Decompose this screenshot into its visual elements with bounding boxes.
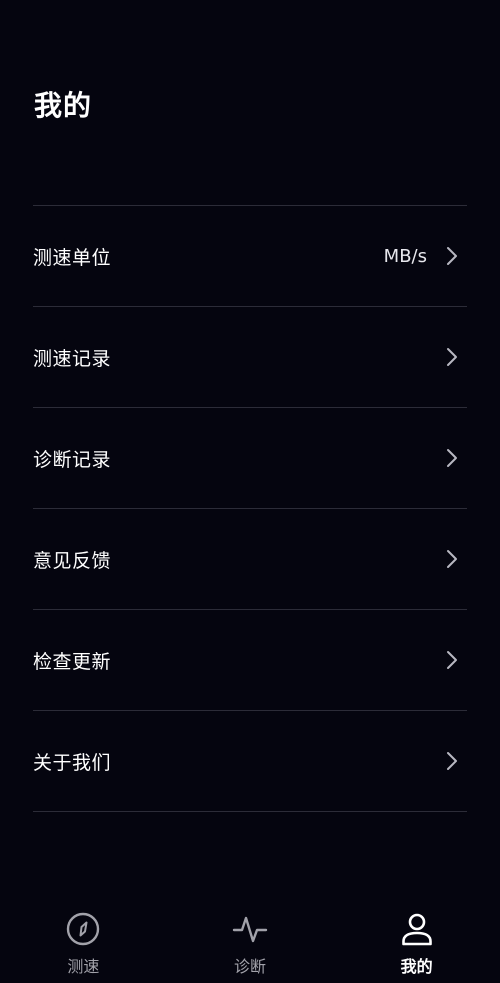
tab-mine[interactable]: 我的 (333, 900, 500, 983)
settings-menu: 测速单位 MB/s 测速记录 诊断记录 意见反馈 检查更新 关于我们 (33, 205, 467, 812)
menu-item-speed-history[interactable]: 测速记录 (33, 307, 467, 408)
tab-diagnosis[interactable]: 诊断 (167, 900, 334, 983)
tab-label: 测速 (67, 957, 100, 976)
menu-item-label: 关于我们 (33, 751, 112, 774)
menu-item-check-update[interactable]: 检查更新 (33, 610, 467, 711)
chevron-right-icon (447, 651, 457, 669)
pulse-icon (232, 916, 268, 943)
chevron-right-icon (447, 550, 457, 568)
menu-item-speed-unit[interactable]: 测速单位 MB/s (33, 206, 467, 307)
menu-item-label: 检查更新 (33, 650, 112, 673)
page-title: 我的 (34, 89, 93, 122)
menu-item-diagnosis-history[interactable]: 诊断记录 (33, 408, 467, 509)
menu-item-about-us[interactable]: 关于我们 (33, 711, 467, 812)
chevron-right-icon (447, 348, 457, 366)
menu-item-label: 测速单位 (33, 246, 112, 269)
tab-speed-test[interactable]: 测速 (0, 900, 167, 983)
user-icon (401, 913, 432, 946)
chevron-right-icon (447, 247, 457, 265)
speed-unit-value: MB/s (383, 245, 427, 267)
compass-icon (67, 912, 100, 946)
menu-item-label: 诊断记录 (33, 448, 112, 471)
bottom-tab-bar: 测速 诊断 我的 (0, 900, 500, 983)
menu-item-label: 意见反馈 (33, 549, 112, 572)
menu-item-label: 测速记录 (33, 347, 112, 370)
chevron-right-icon (447, 449, 457, 467)
menu-item-feedback[interactable]: 意见反馈 (33, 509, 467, 610)
chevron-right-icon (447, 752, 457, 770)
tab-label: 诊断 (234, 957, 267, 976)
tab-label: 我的 (400, 957, 433, 976)
